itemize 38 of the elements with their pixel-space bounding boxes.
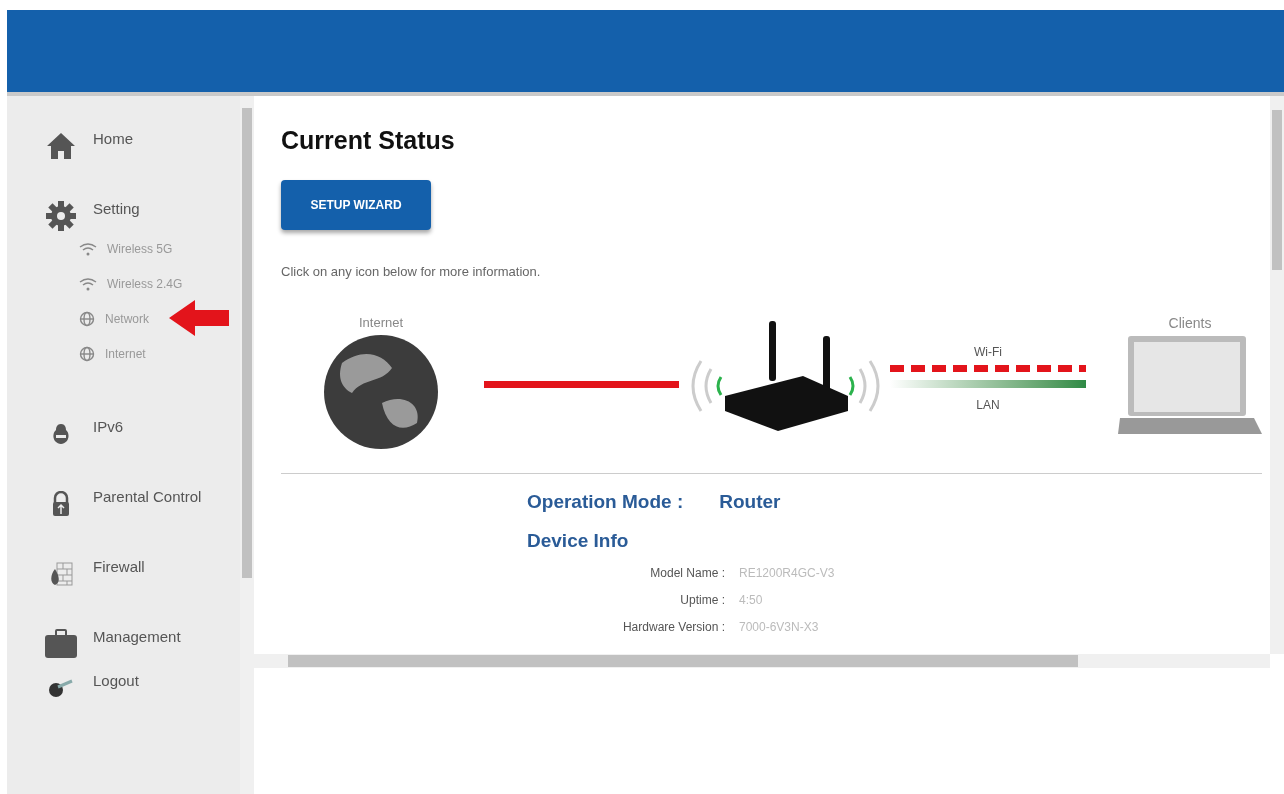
- nav-link[interactable]: Logout: [93, 670, 139, 693]
- firewall-icon: [48, 561, 74, 587]
- info-value: 4:50: [739, 592, 763, 609]
- nav-link[interactable]: Home: [93, 128, 133, 151]
- padlock-icon: [51, 491, 71, 517]
- scrollbar[interactable]: [254, 654, 1270, 668]
- gear-icon: [45, 200, 77, 232]
- operation-mode-value: Router: [719, 490, 781, 514]
- page-title: Current Status: [281, 125, 456, 156]
- info-label: Model Name :: [649, 565, 725, 582]
- home-icon: [45, 131, 77, 161]
- wifi-icon: [79, 276, 97, 291]
- scrollbar[interactable]: [240, 96, 254, 794]
- briefcase-icon: [44, 629, 78, 659]
- nav-link[interactable]: Firewall: [93, 556, 145, 579]
- nav-link[interactable]: Management: [93, 626, 181, 649]
- setup-wizard-button[interactable]: SETUP WIZARD: [281, 179, 431, 230]
- wifi-icon: [79, 241, 97, 256]
- globe-drawing[interactable]: [322, 332, 440, 451]
- scrollbar[interactable]: [1270, 96, 1284, 654]
- logout-icon: [48, 678, 74, 698]
- info-value: 7000-6V3N-X3: [739, 619, 819, 636]
- hint-text: Click on any icon below for more information.: [281, 262, 542, 281]
- internet-label: Internet: [358, 314, 404, 332]
- info-label: Uptime :: [679, 592, 725, 609]
- globe-icon: [79, 345, 95, 362]
- operation-mode-label: Operation Mode :: [527, 490, 684, 514]
- wifi-label: Wi-Fi: [974, 344, 1002, 361]
- globe-icon: [79, 310, 95, 327]
- info-label: Hardware Version :: [621, 619, 725, 636]
- clients-label: Clients: [1168, 314, 1212, 333]
- info-value: RE1200R4GC-V3: [739, 565, 835, 582]
- device-info-title: Device Info: [527, 528, 630, 553]
- ipv6-icon: [51, 423, 71, 445]
- nav-link[interactable]: IPv6: [93, 416, 123, 439]
- nav-link[interactable]: Setting: [93, 198, 140, 221]
- nav-link[interactable]: Parental Control: [93, 486, 202, 509]
- lan-label: LAN: [976, 397, 1000, 414]
